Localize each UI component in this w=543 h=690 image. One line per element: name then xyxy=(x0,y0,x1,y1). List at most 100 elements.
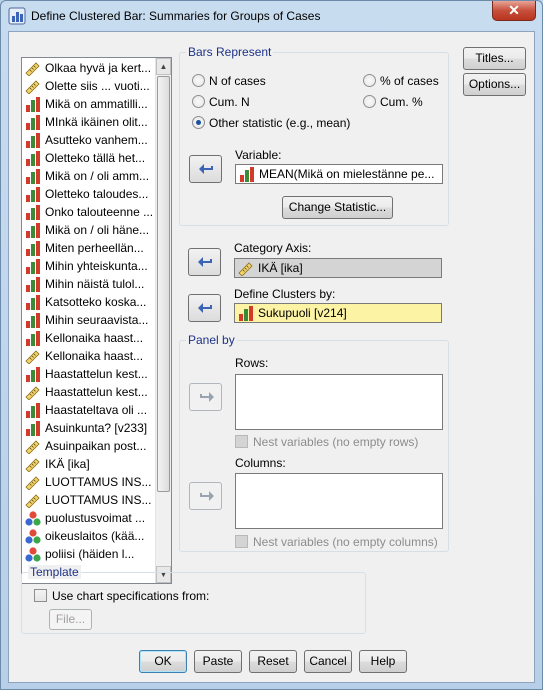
variable-list-item[interactable]: Mihin seuraavista... xyxy=(24,312,154,329)
nest-columns-checkbox-box xyxy=(235,535,248,548)
source-variable-list[interactable]: Olkaa hyvä ja kert... Olette siis ... vuo… xyxy=(21,57,172,584)
variable-value: MEAN(Mikä on mielestänne pe... xyxy=(259,167,435,181)
variable-list-item[interactable]: Onko talouteenne ... xyxy=(24,204,154,221)
dialog-window: Define Clustered Bar: Summaries for Grou… xyxy=(0,0,543,690)
move-to-variable-button[interactable] xyxy=(189,155,222,183)
variable-list-item-label: Kellonaika haast... xyxy=(45,349,144,363)
radio-n-of-cases-label: N of cases xyxy=(209,74,266,88)
variable-list-item[interactable]: Mihin yhteiskunta... xyxy=(24,258,154,275)
variable-list-item[interactable]: Olkaa hyvä ja kert... xyxy=(24,60,154,77)
variable-list-item[interactable]: puolustusvoimat ... xyxy=(24,510,154,527)
window-title: Define Clustered Bar: Summaries for Grou… xyxy=(31,9,321,23)
help-button[interactable]: Help xyxy=(359,650,407,673)
close-button[interactable]: ✕ xyxy=(492,1,536,21)
variable-list-item[interactable]: Mikä on / oli amm... xyxy=(24,168,154,185)
titles-button[interactable]: Titles... xyxy=(463,47,526,70)
variable-list-item[interactable]: Mikä on / oli häne... xyxy=(24,222,154,239)
bar-chart-icon xyxy=(25,223,41,238)
file-button[interactable]: File... xyxy=(49,609,92,630)
variable-list-item[interactable]: Mihin näistä tulol... xyxy=(24,276,154,293)
radio-other-statistic-indicator xyxy=(192,116,205,129)
title-bar[interactable]: Define Clustered Bar: Summaries for Grou… xyxy=(1,1,542,31)
bars-represent-title: Bars Represent xyxy=(186,45,274,59)
bar-chart-icon xyxy=(25,331,41,346)
variable-field[interactable]: MEAN(Mikä on mielestänne pe... xyxy=(235,164,443,184)
define-clusters-field[interactable]: Sukupuoli [v214] xyxy=(234,303,442,323)
variable-list-item[interactable]: Miten perheellän... xyxy=(24,240,154,257)
variable-list-item[interactable]: Oletteko tällä het... xyxy=(24,150,154,167)
bar-chart-icon xyxy=(25,151,41,166)
variable-list-item-label: Kellonaika haast... xyxy=(45,331,144,345)
scale-ruler-icon xyxy=(25,349,41,364)
variable-list-item-label: poliisi (häiden l... xyxy=(45,547,135,561)
variable-list-item[interactable]: LUOTTAMUS INS... xyxy=(24,492,154,509)
move-to-category-axis-button[interactable] xyxy=(188,248,221,276)
panel-by-title: Panel by xyxy=(186,333,237,347)
variable-list-item[interactable]: Kellonaika haast... xyxy=(24,348,154,365)
variable-list-item-label: LUOTTAMUS INS... xyxy=(45,493,152,507)
define-clusters-label: Define Clusters by: xyxy=(234,287,336,301)
variable-list-item[interactable]: Kellonaika haast... xyxy=(24,330,154,347)
variable-label: Variable: xyxy=(235,148,282,162)
variable-list-item[interactable]: Asutteko vanhem... xyxy=(24,132,154,149)
variable-list-item[interactable]: Haastattelun kest... xyxy=(24,384,154,401)
variable-list-item[interactable]: Asuinpaikan post... xyxy=(24,438,154,455)
variable-list-item[interactable]: Oletteko taloudes... xyxy=(24,186,154,203)
chart-builder-icon xyxy=(8,7,26,25)
variable-list-scrollbar[interactable]: ▲ ▼ xyxy=(155,58,171,583)
variable-list-item-label: Mihin yhteiskunta... xyxy=(45,259,148,273)
variable-list-item-label: Oletteko taloudes... xyxy=(45,187,149,201)
cancel-button[interactable]: Cancel xyxy=(304,650,352,673)
variable-list-item-label: Mihin seuraavista... xyxy=(45,313,149,327)
change-statistic-button[interactable]: Change Statistic... xyxy=(282,196,393,219)
scroll-up-icon[interactable]: ▲ xyxy=(156,58,171,75)
variable-list-item-label: Haastattelun kest... xyxy=(45,367,148,381)
columns-listbox[interactable] xyxy=(235,473,443,529)
panel-by-group: Panel by Rows: Nest variables (no empty … xyxy=(179,333,449,552)
radio-cum-n-label: Cum. N xyxy=(209,95,250,109)
scroll-thumb[interactable] xyxy=(157,76,170,492)
variable-list-item-label: Haastateltava oli ... xyxy=(45,403,148,417)
category-axis-label: Category Axis: xyxy=(234,241,312,255)
move-to-clusters-button[interactable] xyxy=(188,294,221,322)
bar-chart-icon xyxy=(25,295,41,310)
variable-list-item[interactable]: Haastateltava oli ... xyxy=(24,402,154,419)
variable-list-item[interactable]: MInkä ikäinen olit... xyxy=(24,114,154,131)
bar-chart-icon xyxy=(25,187,41,202)
variable-list-item-label: MInkä ikäinen olit... xyxy=(45,115,148,129)
bar-chart-icon xyxy=(25,277,41,292)
category-axis-field[interactable]: IKÄ [ika] xyxy=(234,258,442,278)
rows-listbox[interactable] xyxy=(235,374,443,430)
bar-chart-icon xyxy=(25,403,41,418)
move-to-columns-button[interactable] xyxy=(189,482,222,510)
scale-ruler-icon xyxy=(25,439,41,454)
columns-label: Columns: xyxy=(235,456,286,470)
move-to-rows-button[interactable] xyxy=(189,383,222,411)
ok-button[interactable]: OK xyxy=(139,650,187,673)
scale-ruler-icon xyxy=(25,493,41,508)
radio-other-statistic-label: Other statistic (e.g., mean) xyxy=(209,116,351,130)
variable-list-item-label: Onko talouteenne ... xyxy=(45,205,154,219)
bar-chart-icon xyxy=(25,205,41,220)
variable-list-item[interactable]: Haastattelun kest... xyxy=(24,366,154,383)
options-button[interactable]: Options... xyxy=(463,73,526,96)
nominal-circles-icon xyxy=(25,547,41,562)
radio-cum-pct-label: Cum. % xyxy=(380,95,423,109)
variable-list-item[interactable]: LUOTTAMUS INS... xyxy=(24,474,154,491)
variable-list-item[interactable]: Mikä on ammatilli... xyxy=(24,96,154,113)
nominal-circles-icon xyxy=(25,529,41,544)
variable-list-item[interactable]: poliisi (häiden l... xyxy=(24,546,154,563)
use-chart-specs-label: Use chart specifications from: xyxy=(52,589,210,603)
variable-list-item[interactable]: Katsotteko koska... xyxy=(24,294,154,311)
variable-list-item[interactable]: Asuinkunta? [v233] xyxy=(24,420,154,437)
variable-list-item[interactable]: IKÄ [ika] xyxy=(24,456,154,473)
variable-list-item-label: Katsotteko koska... xyxy=(45,295,147,309)
bar-chart-icon xyxy=(25,241,41,256)
dialog-body: Olkaa hyvä ja kert... Olette siis ... vuo… xyxy=(8,31,535,683)
nest-columns-label: Nest variables (no empty columns) xyxy=(253,535,438,549)
scale-ruler-icon xyxy=(238,261,254,276)
variable-list-item[interactable]: Olette siis ... vuoti... xyxy=(24,78,154,95)
reset-button[interactable]: Reset xyxy=(249,650,297,673)
variable-list-item[interactable]: oikeuslaitos (kää... xyxy=(24,528,154,545)
paste-button[interactable]: Paste xyxy=(194,650,242,673)
